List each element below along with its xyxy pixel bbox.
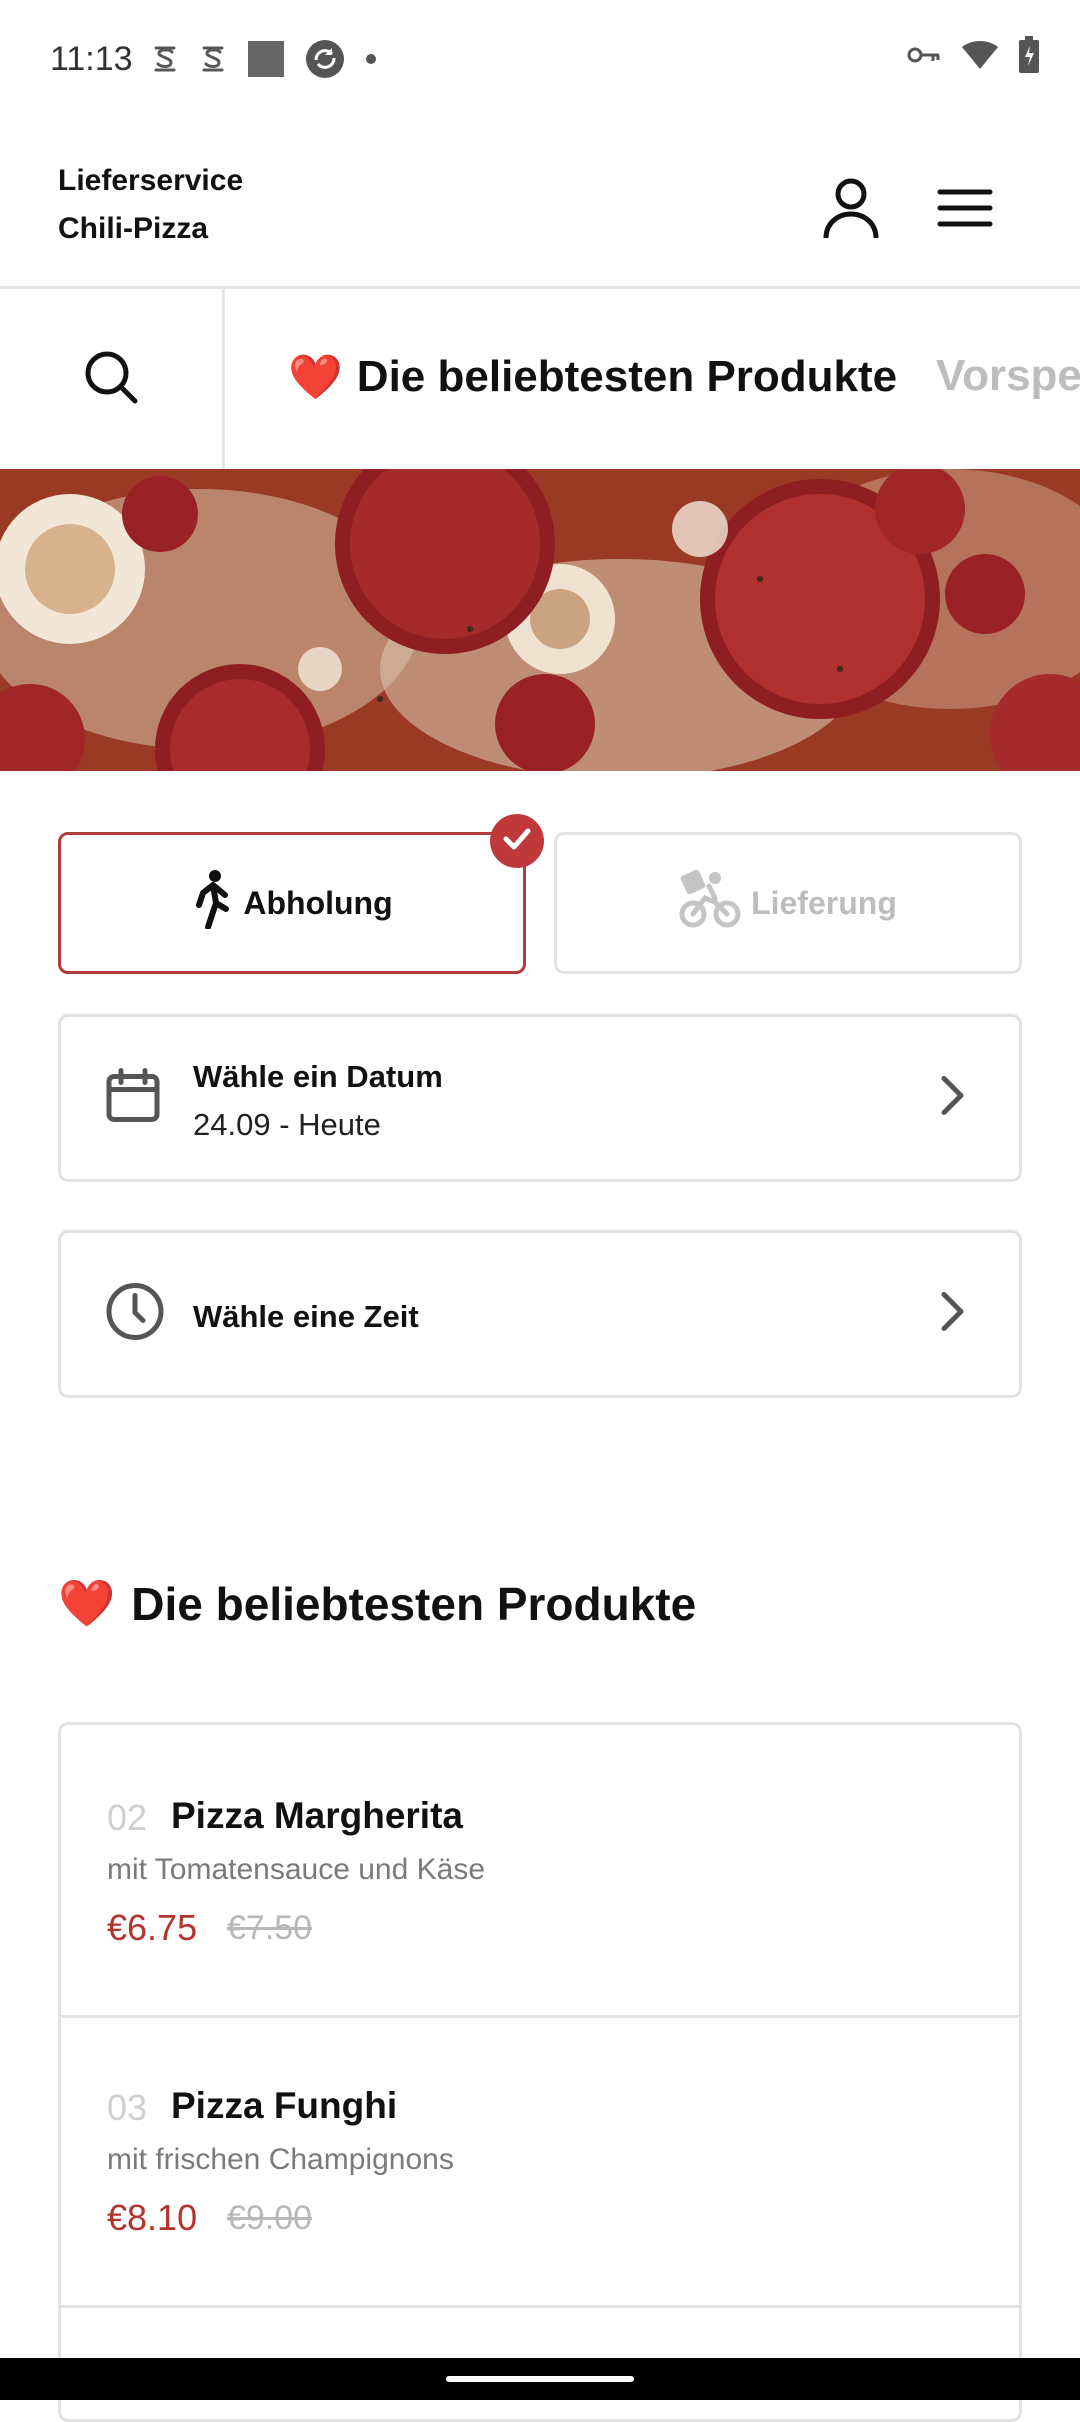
bicycle-delivery-icon xyxy=(679,868,741,938)
square-icon xyxy=(246,39,286,84)
pickup-label: Abholung xyxy=(243,884,393,921)
app-header: Lieferservice Chili-Pizza xyxy=(0,120,1080,289)
system-navigation-bar xyxy=(0,2358,1080,2400)
tab-popular-products[interactable]: ❤️ Die beliebtesten Produkte xyxy=(288,351,897,403)
product-old-price: €9.00 xyxy=(227,2199,313,2237)
calendar-icon xyxy=(105,1068,161,1129)
clock-icon xyxy=(105,1282,165,1347)
account-icon xyxy=(821,176,881,245)
wifi-icon xyxy=(960,39,1000,76)
tab-popular-products-label: Die beliebtesten Produkte xyxy=(356,352,898,401)
product-old-price: €7.50 xyxy=(227,1909,313,1947)
battery-charging-icon xyxy=(1018,36,1040,79)
heart-icon: ❤️ xyxy=(58,1577,116,1629)
section-title-label: Die beliebtesten Produkte xyxy=(131,1577,697,1630)
product-number: 03 xyxy=(107,2087,148,2128)
date-picker-value: 24.09 - Heute xyxy=(193,1107,381,1142)
time-picker-title: Wähle eine Zeit xyxy=(193,1299,419,1334)
chevron-right-icon xyxy=(941,1292,965,1337)
date-picker-title: Wähle ein Datum xyxy=(193,1059,443,1094)
product-number: 02 xyxy=(107,1797,148,1838)
selected-check-badge xyxy=(490,814,544,868)
product-name: Pizza Funghi xyxy=(171,2085,398,2126)
sync-icon xyxy=(304,38,346,85)
product-card[interactable]: 03 Pizza Funghi mit frischen Champignons… xyxy=(61,2015,1019,2308)
delivery-label: Lieferung xyxy=(751,884,897,921)
account-button[interactable] xyxy=(811,170,891,250)
home-gesture-handle[interactable] xyxy=(446,2376,634,2382)
notification-s-icon xyxy=(150,42,180,81)
check-icon xyxy=(503,828,531,855)
walking-person-icon xyxy=(191,869,233,937)
status-bar: 11:13 xyxy=(0,0,1080,120)
product-card[interactable]: 02 Pizza Margherita mit Tomatensauce und… xyxy=(61,1725,1019,2018)
brand-name-line1[interactable]: Lieferservice xyxy=(58,164,243,198)
pickup-button[interactable]: Abholung xyxy=(58,832,526,974)
brand-name-line2[interactable]: Chili-Pizza xyxy=(58,212,208,246)
notification-s-icon xyxy=(198,42,228,81)
search-icon xyxy=(83,349,139,410)
vpn-key-icon xyxy=(906,43,942,72)
product-price: €8.10 xyxy=(107,2197,198,2238)
status-icons-left xyxy=(150,38,378,85)
product-description: mit frischen Champignons xyxy=(107,2143,454,2176)
menu-icon xyxy=(937,188,993,233)
chevron-right-icon xyxy=(941,1076,965,1121)
time-picker[interactable]: Wähle eine Zeit xyxy=(58,1230,1022,1398)
dot-icon xyxy=(364,52,378,71)
heart-icon: ❤️ xyxy=(288,353,343,402)
product-name: Pizza Margherita xyxy=(171,1795,463,1836)
search-button[interactable] xyxy=(0,289,225,469)
product-list: 02 Pizza Margherita mit Tomatensauce und… xyxy=(58,1722,1022,2422)
status-time: 11:13 xyxy=(50,40,133,78)
date-picker[interactable]: Wähle ein Datum 24.09 - Heute xyxy=(58,1014,1022,1182)
delivery-button[interactable]: Lieferung xyxy=(554,832,1022,974)
product-price: €6.75 xyxy=(107,1907,198,1948)
category-bar: ❤️ Die beliebtesten Produkte Vorspe xyxy=(0,289,1080,471)
hero-pizza-image xyxy=(0,469,1080,771)
section-title-popular: ❤️ Die beliebtesten Produkte xyxy=(58,1576,696,1631)
tab-starters[interactable]: Vorspe xyxy=(936,351,1080,401)
product-description: mit Tomatensauce und Käse xyxy=(107,1853,486,1886)
status-icons-right xyxy=(906,36,1040,79)
menu-button[interactable] xyxy=(925,170,1005,250)
